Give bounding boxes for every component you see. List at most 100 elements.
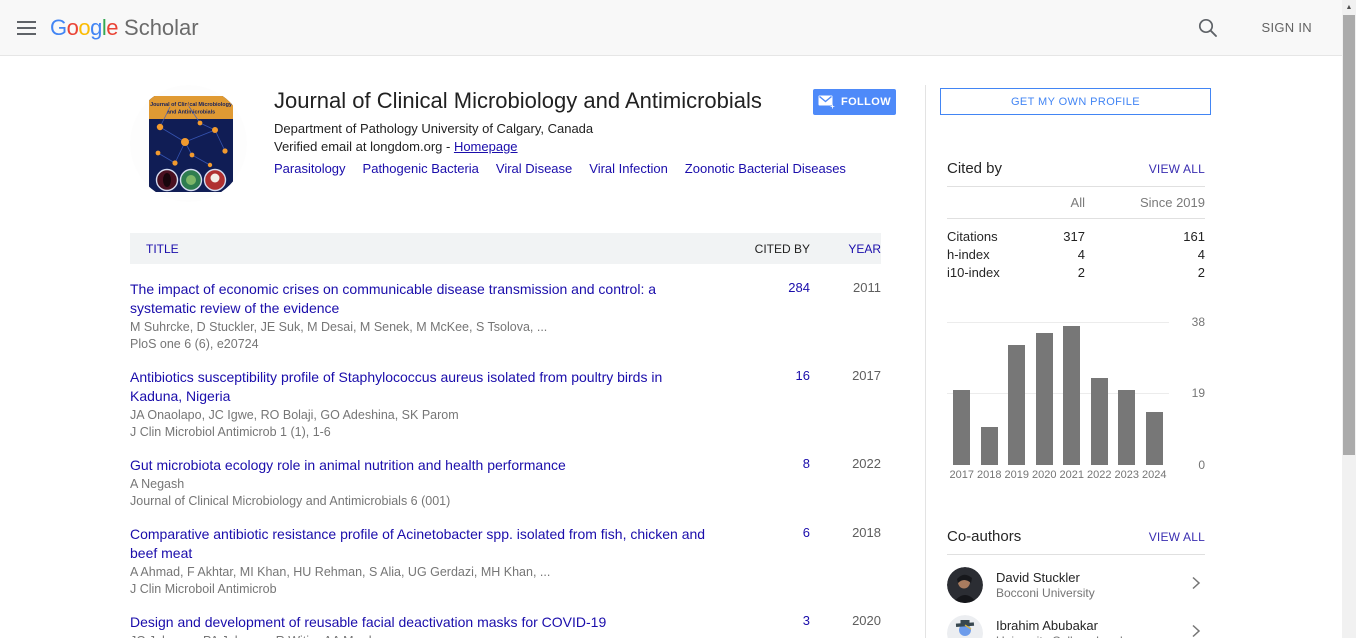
logo-google: Google bbox=[50, 15, 118, 41]
publication-authors: A Negash bbox=[130, 477, 711, 492]
publication-year: 2020 bbox=[810, 613, 881, 638]
coauthor-item[interactable]: David Stuckler Bocconi University bbox=[947, 567, 1205, 603]
metrics-spacer bbox=[947, 194, 1025, 211]
cited-by-count-link[interactable]: 8 bbox=[803, 456, 810, 471]
chevron-right-icon[interactable] bbox=[1191, 575, 1201, 596]
interest-tag[interactable]: Viral Infection bbox=[589, 161, 668, 176]
metric-value-all: 317 bbox=[1025, 228, 1085, 245]
metric-label[interactable]: h-index bbox=[947, 246, 1025, 263]
coauthors-title: Co-authors bbox=[947, 528, 1021, 545]
divider bbox=[947, 554, 1205, 555]
citation-bar-2024[interactable] bbox=[1146, 412, 1163, 465]
chevron-right-icon[interactable] bbox=[1191, 623, 1201, 638]
cited-by-count-link[interactable]: 6 bbox=[803, 525, 810, 540]
follow-button[interactable]: + FOLLOW bbox=[813, 89, 896, 115]
cited-by-header: Cited by VIEW ALL bbox=[947, 160, 1205, 177]
metrics-col-since: Since 2019 bbox=[1085, 194, 1205, 211]
citation-bar-2017[interactable] bbox=[953, 390, 970, 465]
citations-chart: 20172018201920202021202220232024 38 19 0 bbox=[947, 322, 1169, 481]
coauthor-name[interactable]: Ibrahim Abubakar bbox=[996, 618, 1136, 634]
publication-title-link[interactable]: Design and development of reusable facia… bbox=[130, 614, 606, 630]
chart-year-label: 2018 bbox=[976, 469, 1004, 481]
coauthor-avatar bbox=[947, 615, 983, 638]
chart-year-label: 2024 bbox=[1141, 469, 1169, 481]
publication-title-link[interactable]: Antibiotics susceptibility profile of St… bbox=[130, 369, 662, 404]
coauthor-name[interactable]: David Stuckler bbox=[996, 570, 1095, 586]
chart-y-tick: 0 bbox=[1175, 458, 1205, 472]
coauthor-affiliation: University College London bbox=[996, 634, 1136, 638]
profile-name: Journal of Clinical Microbiology and Ant… bbox=[274, 88, 762, 114]
scholar-logo[interactable]: Google Scholar bbox=[50, 15, 199, 41]
citation-bar-2022[interactable] bbox=[1091, 378, 1108, 465]
top-bar-right: SIGN IN bbox=[1196, 16, 1313, 40]
citation-bar-2018[interactable] bbox=[981, 427, 998, 465]
cited-by-view-all-link[interactable]: VIEW ALL bbox=[1149, 162, 1205, 176]
coauthor-item[interactable]: Ibrahim Abubakar University College Lond… bbox=[947, 615, 1205, 638]
chart-year-label: 2019 bbox=[1003, 469, 1031, 481]
metric-label[interactable]: Citations bbox=[947, 228, 1025, 245]
avatar-cover-title-line1: Journal of Clinical Microbiology bbox=[150, 102, 232, 108]
search-icon[interactable] bbox=[1196, 16, 1220, 40]
publication-title-link[interactable]: Gut microbiota ecology role in animal nu… bbox=[130, 457, 566, 473]
follow-label: FOLLOW bbox=[841, 96, 891, 108]
publication-authors: M Suhrcke, D Stuckler, JE Suk, M Desai, … bbox=[130, 320, 711, 335]
citation-bar-2019[interactable] bbox=[1008, 345, 1025, 465]
publication-main: The impact of economic crises on communi… bbox=[130, 280, 735, 352]
publication-main: Design and development of reusable facia… bbox=[130, 613, 735, 638]
interest-tag[interactable]: Zoonotic Bacterial Diseases bbox=[685, 161, 846, 176]
get-my-own-profile-button[interactable]: GET MY OWN PROFILE bbox=[940, 88, 1211, 115]
publication-title-link[interactable]: The impact of economic crises on communi… bbox=[130, 281, 656, 316]
content-divider bbox=[925, 85, 926, 638]
chart-y-tick: 19 bbox=[1175, 386, 1205, 400]
scrollbar-thumb[interactable] bbox=[1343, 15, 1355, 455]
chart-year-label: 2020 bbox=[1031, 469, 1059, 481]
divider bbox=[947, 218, 1205, 219]
metric-label[interactable]: i10-index bbox=[947, 264, 1025, 281]
divider bbox=[947, 186, 1205, 187]
menu-icon[interactable] bbox=[15, 16, 39, 40]
coauthors-section: Co-authors VIEW ALL David Stuckler Bocco… bbox=[947, 528, 1205, 638]
column-header-year[interactable]: YEAR bbox=[810, 242, 881, 256]
profile-avatar[interactable]: Journal of Clinical Microbiology and Ant… bbox=[130, 85, 247, 202]
metric-value-all: 2 bbox=[1025, 264, 1085, 281]
scrollbar[interactable]: ▲ bbox=[1342, 0, 1356, 638]
publication-row: The impact of economic crises on communi… bbox=[130, 280, 881, 352]
publication-year: 2022 bbox=[810, 456, 881, 509]
publication-row: Comparative antibiotic resistance profil… bbox=[130, 525, 881, 597]
chart-y-tick: 38 bbox=[1175, 315, 1205, 329]
homepage-link[interactable]: Homepage bbox=[454, 139, 518, 154]
citations-chart-bars bbox=[947, 322, 1169, 465]
cited-by-count-link[interactable]: 3 bbox=[803, 613, 810, 628]
publication-authors: JA Onaolapo, JC Igwe, RO Bolaji, GO Ades… bbox=[130, 408, 711, 423]
cited-by-section: Cited by VIEW ALL All Since 2019 Citatio… bbox=[947, 160, 1205, 282]
coauthor-text: David Stuckler Bocconi University bbox=[996, 570, 1095, 601]
logo-scholar: Scholar bbox=[124, 15, 199, 41]
publication-title-link[interactable]: Comparative antibiotic resistance profil… bbox=[130, 526, 705, 561]
chart-x-labels: 20172018201920202021202220232024 bbox=[947, 469, 1169, 481]
citation-bar-2023[interactable] bbox=[1118, 390, 1135, 465]
metric-value-since: 2 bbox=[1085, 264, 1205, 281]
publication-authors: JC Johnson, PA Johnson, R Witiw, AA Mard… bbox=[130, 634, 711, 638]
chart-year-label: 2022 bbox=[1086, 469, 1114, 481]
citation-bar-2021[interactable] bbox=[1063, 326, 1080, 465]
metric-value-since: 161 bbox=[1085, 228, 1205, 245]
cited-by-count-link[interactable]: 284 bbox=[788, 280, 810, 295]
publications-table: TITLE CITED BY YEAR The impact of econom… bbox=[130, 233, 881, 638]
interest-tag[interactable]: Viral Disease bbox=[496, 161, 572, 176]
sign-in-button[interactable]: SIGN IN bbox=[1262, 20, 1313, 35]
column-header-cited-by[interactable]: CITED BY bbox=[735, 242, 810, 256]
metric-row: h-index 4 4 bbox=[947, 246, 1205, 263]
interest-tag[interactable]: Parasitology bbox=[274, 161, 346, 176]
publication-venue: Journal of Clinical Microbiology and Ant… bbox=[130, 494, 711, 509]
top-bar: Google Scholar SIGN IN bbox=[0, 0, 1356, 56]
metrics-col-all: All bbox=[1025, 194, 1085, 211]
citation-bar-2020[interactable] bbox=[1036, 333, 1053, 465]
interest-tag[interactable]: Pathogenic Bacteria bbox=[363, 161, 479, 176]
cited-by-count-link[interactable]: 16 bbox=[796, 368, 810, 383]
verified-email-text: Verified email at longdom.org - bbox=[274, 139, 454, 154]
scrollbar-up-icon[interactable]: ▲ bbox=[1342, 2, 1356, 14]
publications-table-header: TITLE CITED BY YEAR bbox=[130, 233, 881, 264]
coauthors-view-all-link[interactable]: VIEW ALL bbox=[1149, 530, 1205, 544]
column-header-title[interactable]: TITLE bbox=[130, 242, 735, 256]
chart-year-label: 2017 bbox=[948, 469, 976, 481]
